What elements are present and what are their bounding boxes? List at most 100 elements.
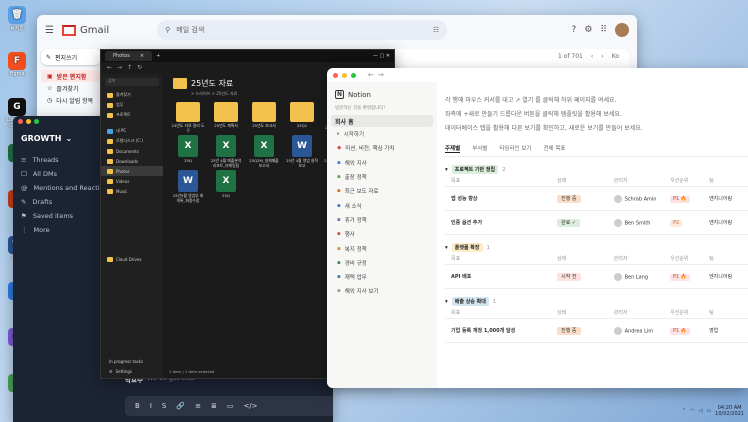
group-header[interactable]: ▾ 플랫폼 확장 1 bbox=[445, 242, 748, 253]
column-header[interactable]: 상태 bbox=[557, 255, 613, 262]
column-header[interactable]: 팀 bbox=[709, 177, 748, 184]
nav-starred[interactable]: ☆ 즐겨찾기 bbox=[41, 82, 101, 94]
column-header[interactable]: 우선순위 bbox=[670, 177, 709, 184]
refresh-icon[interactable]: ↻ bbox=[137, 64, 142, 71]
column-header[interactable]: 관리자 bbox=[614, 255, 670, 262]
column-header[interactable]: 관리자 bbox=[614, 309, 670, 316]
column-header[interactable]: 상태 bbox=[557, 177, 613, 184]
up-icon[interactable]: ↑ bbox=[127, 64, 132, 71]
explorer-search-input[interactable]: 검색 bbox=[105, 78, 159, 86]
status-badge[interactable]: 진행 중 bbox=[557, 327, 581, 335]
group-header[interactable]: ▾ 매출 상승 확대 1 bbox=[445, 296, 748, 307]
back-icon[interactable]: ← bbox=[107, 64, 112, 71]
file-item[interactable]: 25년도 계획서 bbox=[209, 102, 243, 133]
column-header[interactable]: 관리자 bbox=[614, 177, 670, 184]
file-item[interactable]: X 25Q2M_실제매출 보고서 bbox=[247, 135, 281, 168]
apps-icon[interactable]: ⠿ bbox=[600, 25, 607, 35]
explorer-sidebar-item[interactable]: 업무 bbox=[101, 100, 163, 110]
file-item[interactable]: 25Q1 bbox=[285, 102, 319, 133]
explorer-sidebar-item[interactable]: Photos bbox=[101, 166, 163, 176]
sidebar-item[interactable]: ◆ 미션, 비전, 핵심 가치 bbox=[331, 141, 433, 155]
explorer-sidebar-item[interactable]: Documents bbox=[101, 146, 163, 156]
goal-cell[interactable]: 기업 등록 계정 1,000개 달성 bbox=[445, 327, 557, 334]
table-row[interactable]: 인증 옵션 추가 완료 ✓ Ben Smith P2 엔지니어링 bbox=[445, 211, 748, 235]
in-progress-tasks[interactable]: In progress tasks bbox=[103, 356, 143, 366]
file-item[interactable]: W 25년 4월 영업 실적보고 bbox=[285, 135, 319, 168]
nav-snoozed[interactable]: ◷ 다시 알림 항목 bbox=[41, 94, 101, 106]
sidebar-item[interactable]: ▪ 해외 지사 보기 bbox=[331, 284, 433, 298]
priority-badge[interactable]: P1 🔥 bbox=[670, 273, 690, 281]
sidebar-item[interactable]: ▪ 재택 업무 bbox=[331, 270, 433, 284]
priority-badge[interactable]: P1 🔥 bbox=[670, 327, 690, 335]
column-header[interactable]: 우선순위 bbox=[670, 309, 709, 316]
nav-inbox[interactable]: ▣ 받은 편지함 bbox=[41, 70, 101, 82]
explorer-sidebar-item[interactable]: Cloud Drives bbox=[101, 254, 163, 264]
close-icon[interactable] bbox=[333, 72, 338, 78]
status-badge[interactable]: 진행 중 bbox=[557, 195, 581, 203]
goal-cell[interactable]: 인증 옵션 추가 bbox=[445, 219, 557, 226]
sidebar-item[interactable]: ▪ 출장 정책 bbox=[331, 170, 433, 184]
avatar[interactable] bbox=[615, 23, 629, 37]
column-header[interactable]: 우선순위 bbox=[670, 255, 709, 262]
format-button[interactable]: S bbox=[162, 402, 166, 410]
maximize-icon[interactable] bbox=[34, 119, 39, 124]
table-row[interactable]: API 배포 시작 전 Ben Lang P1 🔥 엔지니어링 bbox=[445, 265, 748, 289]
format-button[interactable]: </> bbox=[243, 402, 257, 410]
priority-badge[interactable]: P2 bbox=[670, 219, 683, 227]
status-badge[interactable]: 시작 전 bbox=[557, 273, 581, 281]
clock[interactable]: 04:20 AM 10/02/2021 bbox=[715, 405, 744, 417]
sidebar-item[interactable]: ▪ 휴가 정책 bbox=[331, 213, 433, 227]
menu-icon[interactable]: ☰ bbox=[45, 25, 54, 36]
sidebar-item[interactable]: ▪ 해외 지사 bbox=[331, 156, 433, 170]
view-tab[interactable]: 주제별 bbox=[445, 144, 461, 153]
explorer-sidebar-item[interactable]: Downloads bbox=[101, 156, 163, 166]
tab-photos[interactable]: Photos × bbox=[105, 51, 153, 61]
explorer-sidebar-item[interactable]: 로컬디스크 (C:) bbox=[101, 136, 163, 146]
wifi-icon[interactable]: ◠ bbox=[690, 408, 694, 414]
format-button[interactable]: B bbox=[135, 402, 140, 410]
priority-badge[interactable]: P1 🔥 bbox=[670, 195, 690, 203]
chevron-up-icon[interactable]: ⌃ bbox=[682, 408, 686, 414]
next-icon[interactable]: › bbox=[601, 53, 603, 60]
group-header[interactable]: ▾ 프로젝트 기반 정립 2 bbox=[445, 164, 748, 175]
mail-search-input[interactable]: ⚲ 메일 검색 ☷ bbox=[157, 20, 448, 40]
column-header[interactable]: 목표 bbox=[445, 309, 557, 316]
goal-cell[interactable]: 앱 성능 향상 bbox=[445, 195, 557, 202]
explorer-sidebar-item[interactable]: 즐겨찾기 bbox=[101, 90, 163, 100]
view-tab[interactable]: 타임라인 보기 bbox=[499, 144, 531, 153]
battery-icon[interactable]: ▭ bbox=[706, 408, 711, 414]
help-icon[interactable]: ? bbox=[572, 25, 577, 35]
table-row[interactable]: 앱 성능 향상 진행 중 Schrab Amin P1 🔥 엔지니어링 bbox=[445, 187, 748, 211]
back-icon[interactable]: ← bbox=[368, 71, 374, 79]
format-button[interactable]: ≣ bbox=[211, 402, 217, 410]
gmail-logo[interactable]: Gmail bbox=[61, 24, 109, 36]
format-button[interactable]: ≡ bbox=[195, 402, 201, 410]
file-item[interactable]: W 25년5월 영업부 회의록_최종수정 bbox=[171, 170, 205, 203]
notion-brand[interactable]: N Notion bbox=[331, 86, 433, 103]
compose-button[interactable]: ✎ 편지쓰기 bbox=[41, 49, 101, 65]
format-button[interactable]: I bbox=[150, 402, 152, 410]
file-item[interactable]: 25년도 보고서 bbox=[247, 102, 281, 133]
minimize-icon[interactable] bbox=[342, 72, 347, 78]
goal-cell[interactable]: API 배포 bbox=[445, 273, 557, 280]
view-tab[interactable]: 부서별 bbox=[472, 144, 487, 153]
window-controls[interactable]: — ▢ ✕ bbox=[373, 53, 390, 59]
forward-icon[interactable]: → bbox=[117, 64, 122, 71]
desktop-icon[interactable]: 🗑 휴지통 bbox=[4, 6, 30, 32]
column-header[interactable]: 팀 bbox=[709, 309, 748, 316]
sidebar-item[interactable]: ▪ 복지 정책 bbox=[331, 241, 433, 255]
file-item[interactable]: X 25Q bbox=[209, 170, 243, 203]
status-badge[interactable]: 완료 ✓ bbox=[557, 219, 581, 227]
prev-icon[interactable]: ‹ bbox=[591, 53, 593, 60]
table-row[interactable]: 기업 등록 계정 1,000개 달성 진행 중 Andrea Lim P1 🔥 영업 bbox=[445, 319, 748, 343]
new-tab-icon[interactable]: + bbox=[156, 53, 160, 59]
forward-icon[interactable]: → bbox=[378, 71, 384, 79]
column-header[interactable]: 목표 bbox=[445, 177, 557, 184]
settings-item[interactable]: ⚙ Settings bbox=[103, 366, 143, 376]
column-header[interactable]: 팀 bbox=[709, 255, 748, 262]
desktop-icon[interactable]: F Figma bbox=[4, 52, 30, 77]
sidebar-item-home[interactable]: 회사 홈 bbox=[331, 115, 433, 127]
gear-icon[interactable]: ⚙ bbox=[584, 25, 592, 35]
filter-icon[interactable]: ☷ bbox=[433, 26, 439, 34]
file-item[interactable]: 24년도 자료 정리 도구 bbox=[171, 102, 205, 133]
